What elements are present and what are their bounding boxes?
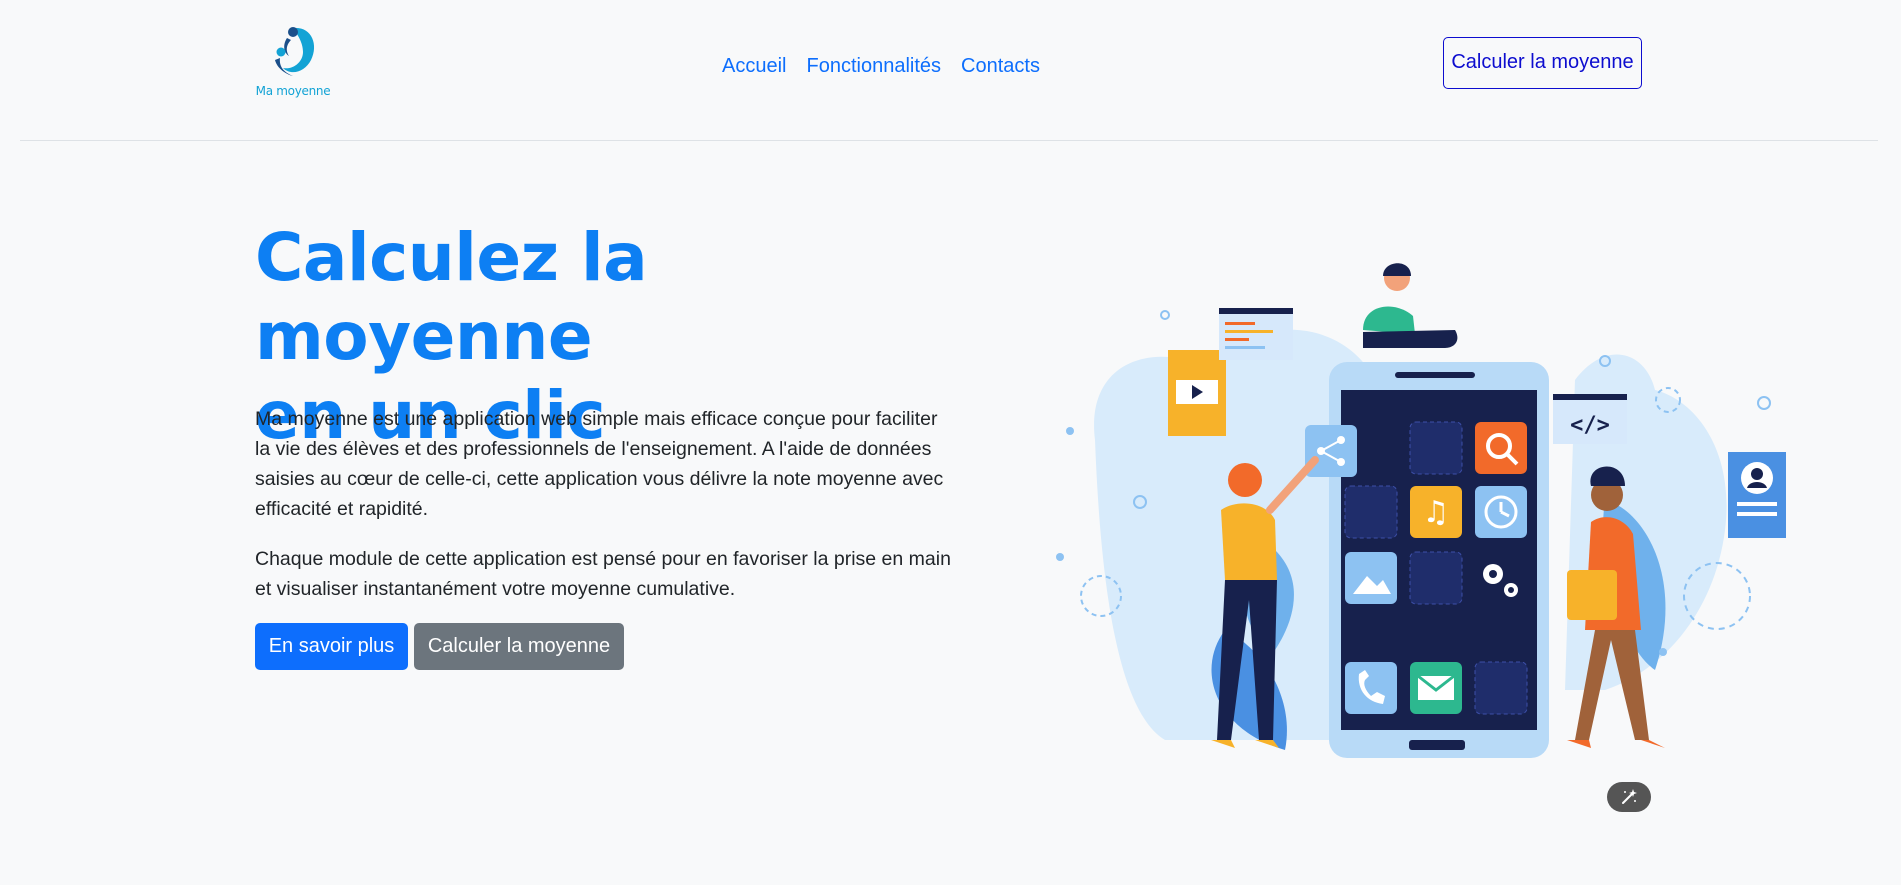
logo-mark-icon xyxy=(275,27,315,76)
main-nav: Accueil Fonctionnalités Contacts xyxy=(722,52,1040,80)
svg-text:♫: ♫ xyxy=(1423,495,1450,530)
landing-page: Ma moyenne Accueil Fonctionnalités Conta… xyxy=(0,0,1901,885)
calculate-average-button[interactable]: Calculer la moyenne xyxy=(414,623,624,670)
header-calculate-button[interactable]: Calculer la moyenne xyxy=(1443,37,1642,89)
learn-more-button[interactable]: En savoir plus xyxy=(255,623,408,670)
site-header: Ma moyenne Accueil Fonctionnalités Conta… xyxy=(0,0,1901,141)
nav-link-contacts[interactable]: Contacts xyxy=(961,52,1040,80)
svg-text:</>: </> xyxy=(1570,413,1610,438)
hero-description: Ma moyenne est une application web simpl… xyxy=(255,408,944,520)
hero-illustration: ♫ </> xyxy=(1056,263,1786,758)
hero-subdescription: Chaque module de cette application est p… xyxy=(255,548,951,600)
logo-text: Ma moyenne xyxy=(255,84,331,98)
magic-wand-icon xyxy=(1622,789,1637,804)
header-divider xyxy=(20,140,1878,141)
magic-wand-button[interactable] xyxy=(1607,782,1651,812)
nav-link-accueil[interactable]: Accueil xyxy=(722,52,786,80)
nav-link-fonctionnalites[interactable]: Fonctionnalités xyxy=(806,52,941,80)
logo[interactable]: Ma moyenne xyxy=(253,22,333,104)
hero-title-line-1: Calculez la moyenne xyxy=(255,219,648,375)
